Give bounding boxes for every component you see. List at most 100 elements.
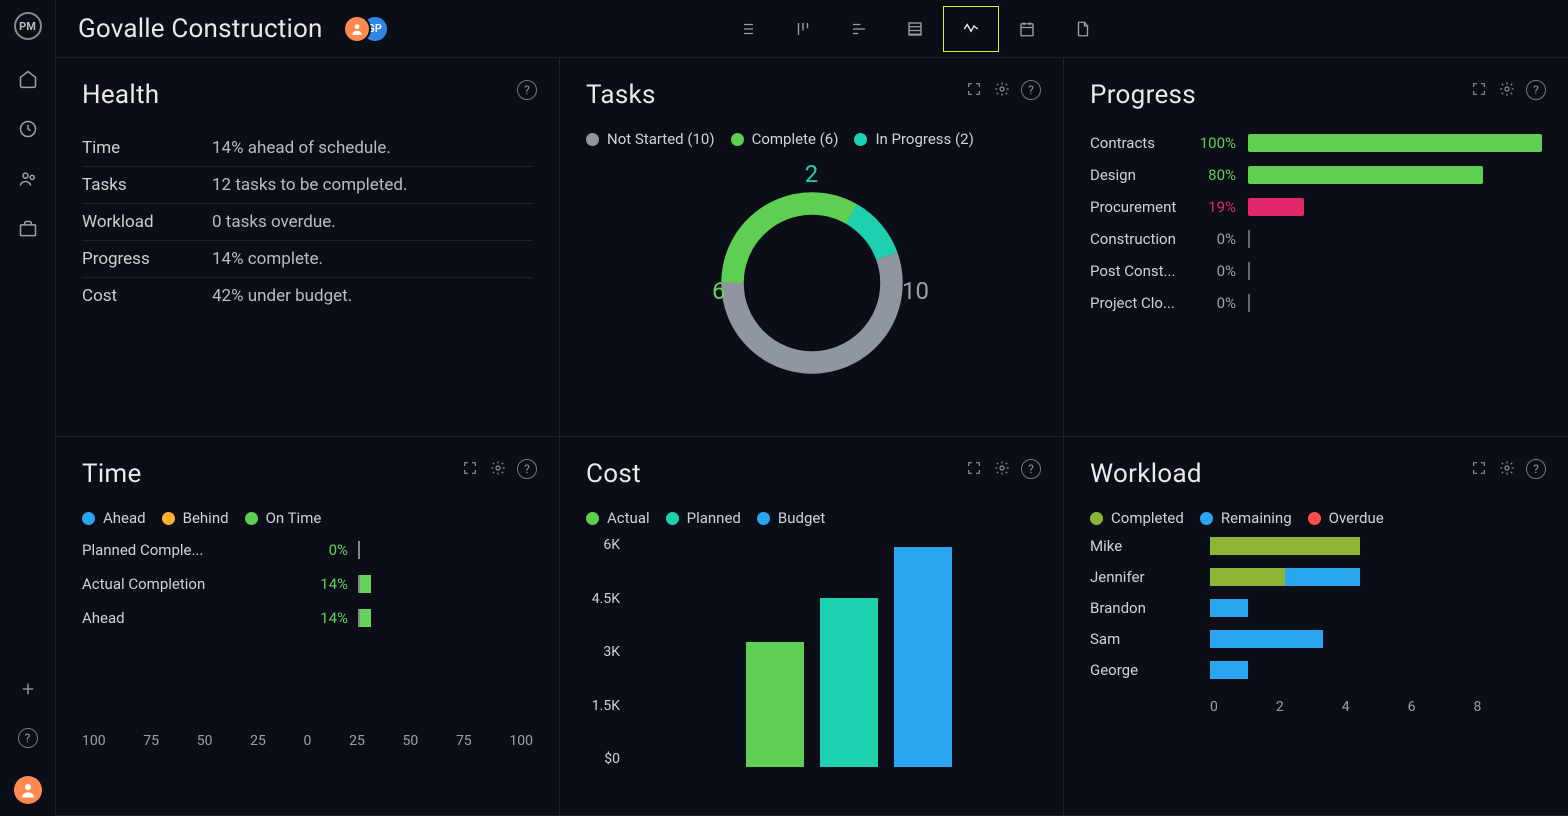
tasks-donut-chart: 2 6 10 xyxy=(586,158,1037,408)
project-title: Govalle Construction xyxy=(78,14,323,44)
workload-bar xyxy=(1210,661,1248,679)
progress-zero-tick xyxy=(1248,230,1250,248)
legend-label: Remaining xyxy=(1221,509,1292,527)
cost-bar xyxy=(746,642,804,767)
app-logo[interactable]: PM xyxy=(14,12,42,40)
progress-label: Construction xyxy=(1090,230,1190,248)
home-icon[interactable] xyxy=(17,68,39,90)
time-bar-track xyxy=(358,541,533,559)
axis-tick: 75 xyxy=(456,733,472,749)
health-label: Workload xyxy=(82,212,212,232)
user-avatar[interactable] xyxy=(14,776,42,804)
help-icon[interactable]: ? xyxy=(1526,80,1546,100)
help-icon[interactable]: ? xyxy=(1021,459,1041,479)
gear-icon[interactable] xyxy=(489,459,507,477)
expand-icon[interactable] xyxy=(461,459,479,477)
legend-item: Ahead xyxy=(82,509,146,527)
help-icon[interactable]: ? xyxy=(18,728,38,748)
view-gantt-icon[interactable] xyxy=(831,6,887,52)
team-icon[interactable] xyxy=(17,168,39,190)
expand-icon[interactable] xyxy=(1470,80,1488,98)
axis-tick: 2 xyxy=(1276,699,1284,715)
health-value: 0 tasks overdue. xyxy=(212,212,336,232)
legend-item: Overdue xyxy=(1308,509,1384,527)
view-calendar-icon[interactable] xyxy=(999,6,1055,52)
time-bar xyxy=(360,575,371,593)
workload-bar xyxy=(1210,630,1323,648)
portfolio-icon[interactable] xyxy=(17,218,39,240)
health-label: Tasks xyxy=(82,175,212,195)
clock-icon[interactable] xyxy=(17,118,39,140)
workload-label: Brandon xyxy=(1090,599,1210,617)
time-legend: Ahead Behind On Time xyxy=(82,509,533,527)
member-avatars[interactable]: GP xyxy=(343,15,389,43)
legend-item: Not Started (10) xyxy=(586,130,715,148)
cost-legend: Actual Planned Budget xyxy=(586,509,1037,527)
workload-row: George xyxy=(1090,661,1542,679)
expand-icon[interactable] xyxy=(1470,459,1488,477)
progress-row: Procurement 19% xyxy=(1090,198,1542,216)
view-sheet-icon[interactable] xyxy=(887,6,943,52)
legend-label: Planned xyxy=(687,509,741,527)
health-value: 42% under budget. xyxy=(212,286,352,306)
view-files-icon[interactable] xyxy=(1055,6,1111,52)
workload-label: Jennifer xyxy=(1090,568,1210,586)
donut-value-inprogress: 2 xyxy=(805,160,819,188)
progress-zero-tick xyxy=(1248,262,1250,280)
progress-label: Post Const... xyxy=(1090,262,1190,280)
expand-icon[interactable] xyxy=(965,80,983,98)
expand-icon[interactable] xyxy=(965,459,983,477)
health-row: Progress 14% complete. xyxy=(82,241,533,278)
time-percent: 14% xyxy=(268,575,348,593)
help-icon[interactable]: ? xyxy=(517,80,537,100)
legend-item: On Time xyxy=(245,509,322,527)
axis-tick: 25 xyxy=(250,733,266,749)
donut-value-complete: 6 xyxy=(712,277,726,305)
help-icon[interactable]: ? xyxy=(1021,80,1041,100)
time-row: Ahead 14% xyxy=(82,609,533,627)
gear-icon[interactable] xyxy=(1498,459,1516,477)
legend-dot-icon xyxy=(731,133,744,146)
gear-icon[interactable] xyxy=(1498,80,1516,98)
add-icon[interactable] xyxy=(17,678,39,700)
health-label: Progress xyxy=(82,249,212,269)
gear-icon[interactable] xyxy=(993,80,1011,98)
cost-bar-chart: 6K4.5K3K1.5K$0 xyxy=(626,537,1037,767)
axis-tick: 100 xyxy=(509,733,533,749)
axis-tick: 100 xyxy=(82,733,106,749)
legend-item: Actual xyxy=(586,509,650,527)
workload-label: Mike xyxy=(1090,537,1210,555)
legend-label: In Progress (2) xyxy=(875,130,973,148)
legend-dot-icon xyxy=(586,133,599,146)
view-dashboard-icon[interactable] xyxy=(943,6,999,52)
panel-tasks: Tasks ? Not Started (10) Complete (6) In… xyxy=(560,58,1064,437)
workload-bar xyxy=(1210,537,1360,555)
help-icon[interactable]: ? xyxy=(1526,459,1546,479)
workload-bar-track xyxy=(1210,661,1542,679)
health-row: Workload 0 tasks overdue. xyxy=(82,204,533,241)
help-icon[interactable]: ? xyxy=(517,459,537,479)
legend-label: Actual xyxy=(607,509,650,527)
time-label: Ahead xyxy=(82,609,268,627)
gear-icon[interactable] xyxy=(993,459,1011,477)
cost-bar xyxy=(894,547,952,767)
panel-health: Health ? Time 14% ahead of schedule. Tas… xyxy=(56,58,560,437)
avatar-1[interactable] xyxy=(343,15,371,43)
view-list-icon[interactable] xyxy=(719,6,775,52)
health-row: Cost 42% under budget. xyxy=(82,278,533,314)
workload-axis: 02468 xyxy=(1210,699,1542,715)
workload-bar-track xyxy=(1210,537,1542,555)
axis-tick: 50 xyxy=(403,733,419,749)
workload-row: Mike xyxy=(1090,537,1542,555)
axis-tick: 3K xyxy=(603,644,620,660)
progress-row: Post Const... 0% xyxy=(1090,262,1542,280)
legend-item: Behind xyxy=(162,509,229,527)
workload-label: Sam xyxy=(1090,630,1210,648)
axis-tick: 1.5K xyxy=(592,698,620,714)
legend-label: Behind xyxy=(183,509,229,527)
axis-tick: 0 xyxy=(1210,699,1218,715)
view-board-icon[interactable] xyxy=(775,6,831,52)
workload-bar-track xyxy=(1210,568,1542,586)
time-percent: 0% xyxy=(268,541,348,559)
workload-row: Sam xyxy=(1090,630,1542,648)
